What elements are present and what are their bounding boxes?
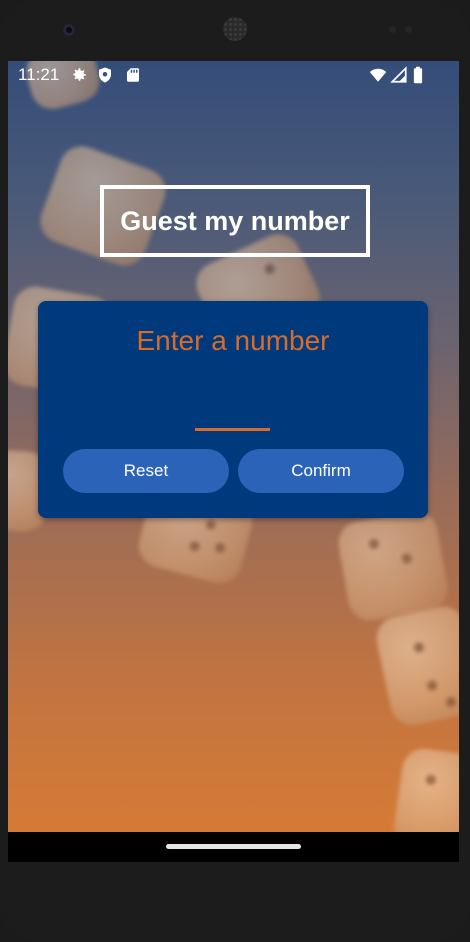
prompt-label: Enter a number bbox=[136, 325, 330, 356]
reset-button[interactable]: Reset bbox=[63, 449, 229, 493]
light-sensor bbox=[405, 26, 412, 33]
wifi-icon bbox=[369, 68, 387, 82]
navigation-bar bbox=[8, 832, 459, 862]
confirm-button[interactable]: Confirm bbox=[238, 449, 404, 493]
battery-icon bbox=[413, 66, 423, 84]
app-screen: 11:21 Guest my number Enter a number Res… bbox=[8, 61, 459, 862]
front-camera bbox=[63, 24, 75, 36]
phone-device: 11:21 Guest my number Enter a number Res… bbox=[0, 0, 470, 942]
number-input-card: Enter a number Reset Confirm bbox=[38, 301, 428, 518]
shield-icon bbox=[99, 67, 111, 83]
status-time: 11:21 bbox=[18, 65, 60, 84]
page-title: Guest my number bbox=[100, 185, 370, 257]
number-input[interactable] bbox=[195, 391, 270, 431]
home-gesture-handle[interactable] bbox=[166, 844, 301, 849]
cell-signal-icon bbox=[390, 66, 407, 83]
proximity-sensor bbox=[389, 26, 396, 33]
status-bar: 11:21 bbox=[8, 61, 459, 89]
sd-card-icon bbox=[127, 68, 139, 82]
earpiece-speaker bbox=[223, 17, 247, 41]
gear-icon bbox=[73, 68, 86, 81]
